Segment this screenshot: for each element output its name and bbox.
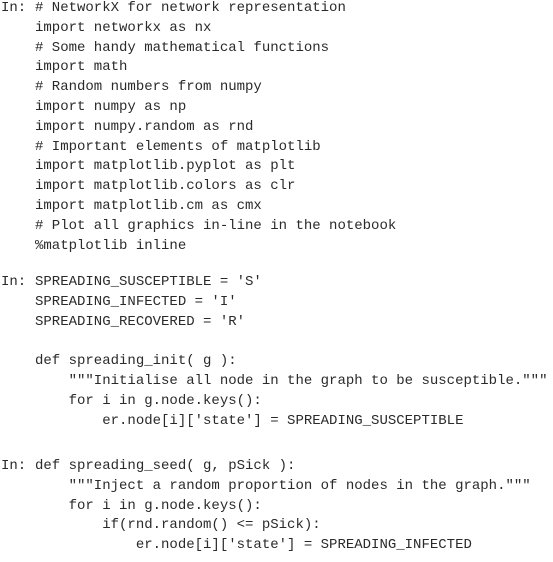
code-line: import numpy as np [35,98,187,115]
input-prompt: In: [1,458,27,474]
code-line: # Important elements of matplotlib [35,138,321,155]
code-line: # Plot all graphics in-line in the noteb… [35,217,397,234]
code-cell-spreading-init[interactable]: In: SPREADING_SUSCEPTIBLE = 'S' SPREADING… [0,273,547,431]
code-line: import math [35,59,128,76]
code-line: if(rnd.random() <= pSick): [35,517,321,534]
code-cell-imports[interactable]: In: # NetworkX for network representatio… [0,0,396,256]
code-cell-spreading-seed[interactable]: In: def spreading_seed( g, pSick ): """I… [0,457,531,556]
code-line: # NetworkX for network representation [35,0,346,16]
input-prompt: In: [1,274,27,290]
input-prompt: In: [1,0,27,16]
code-line: def spreading_init( g ): [35,353,237,370]
code-line: er.node[i]['state'] = SPREADING_INFECTED [35,537,472,554]
code-line: """Initialise all node in the graph to b… [35,372,548,389]
code-line: # Random numbers from numpy [35,79,262,96]
code-line: for i in g.node.keys(): [35,497,262,514]
code-line: # Some handy mathematical functions [35,39,330,56]
code-editor[interactable]: # NetworkX for network representation imp… [35,0,396,256]
code-line: %matplotlib inline [35,237,187,254]
code-line: import networkx as nx [35,19,212,36]
code-line: import matplotlib.pyplot as plt [35,158,296,175]
code-line: er.node[i]['state'] = SPREADING_SUSCEPTI… [35,412,464,429]
code-line: """Inject a random proportion of nodes i… [35,477,531,494]
code-line: import matplotlib.colors as clr [35,178,296,195]
code-line: SPREADING_SUSCEPTIBLE = 'S' [35,274,262,290]
code-editor[interactable]: SPREADING_SUSCEPTIBLE = 'S' SPREADING_INF… [35,273,547,431]
code-editor[interactable]: def spreading_seed( g, pSick ): """Injec… [35,457,531,556]
code-line: import matplotlib.cm as cmx [35,197,262,214]
code-line: SPREADING_INFECTED = 'I' [35,293,237,310]
code-line: for i in g.node.keys(): [35,392,262,409]
code-line: SPREADING_RECOVERED = 'R' [35,313,246,330]
code-line: def spreading_seed( g, pSick ): [35,458,296,474]
code-line: import numpy.random as rnd [35,118,254,135]
